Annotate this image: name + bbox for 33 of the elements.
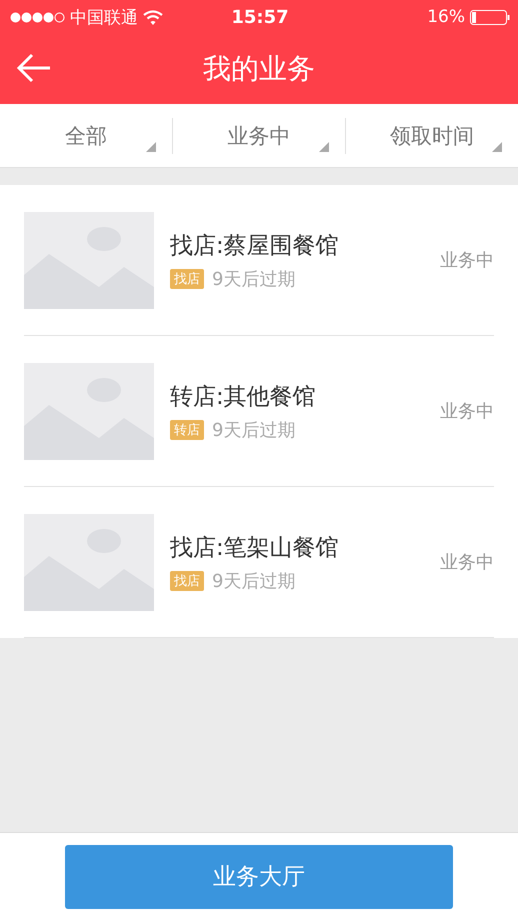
battery-icon <box>470 10 510 24</box>
item-title: 转店:其他餐馆 <box>170 382 317 412</box>
item-status: 业务中 <box>440 249 494 272</box>
back-arrow-icon <box>16 53 52 83</box>
image-placeholder-icon <box>24 362 154 460</box>
item-status: 业务中 <box>440 551 494 574</box>
signal-icon <box>10 12 65 22</box>
item-title: 找店:笔架山餐馆 <box>170 534 340 562</box>
item-status: 业务中 <box>440 400 494 423</box>
image-placeholder-icon <box>24 514 154 610</box>
expiry-text: 9天后过期 <box>212 570 296 592</box>
dropdown-triangle-icon <box>492 142 502 152</box>
expiry-text: 9天后过期 <box>212 268 296 290</box>
carrier-name: 中国联通 <box>70 6 138 28</box>
filter-dropdown[interactable]: 全部 <box>0 118 172 154</box>
status-time: 15:57 <box>231 6 289 28</box>
battery-percent: 16% <box>427 7 466 27</box>
business-list-item[interactable]: 找店:笔架山餐馆 找店 9天后过期 业务中 <box>24 487 494 638</box>
image-placeholder-icon <box>24 212 154 308</box>
expiry-text: 9天后过期 <box>212 418 296 442</box>
dropdown-triangle-icon <box>319 142 329 152</box>
type-tag: 找店 <box>170 570 204 590</box>
wifi-icon <box>143 10 163 24</box>
filter-dropdown[interactable]: 领取时间 <box>345 118 518 154</box>
business-list-item[interactable]: 找店:蔡屋围餐馆 找店 9天后过期 业务中 <box>24 185 494 336</box>
business-list-item[interactable]: 转店:其他餐馆 转店 9天后过期 业务中 <box>24 336 494 487</box>
business-hall-button[interactable]: 业务大厅 <box>65 844 453 908</box>
filter-dropdown[interactable]: 业务中 <box>172 118 345 154</box>
dropdown-triangle-icon <box>146 142 156 152</box>
page-title: 我的业务 <box>203 51 315 87</box>
type-tag: 找店 <box>170 268 204 288</box>
type-tag: 转店 <box>170 420 204 440</box>
item-title: 找店:蔡屋围餐馆 <box>170 232 340 260</box>
